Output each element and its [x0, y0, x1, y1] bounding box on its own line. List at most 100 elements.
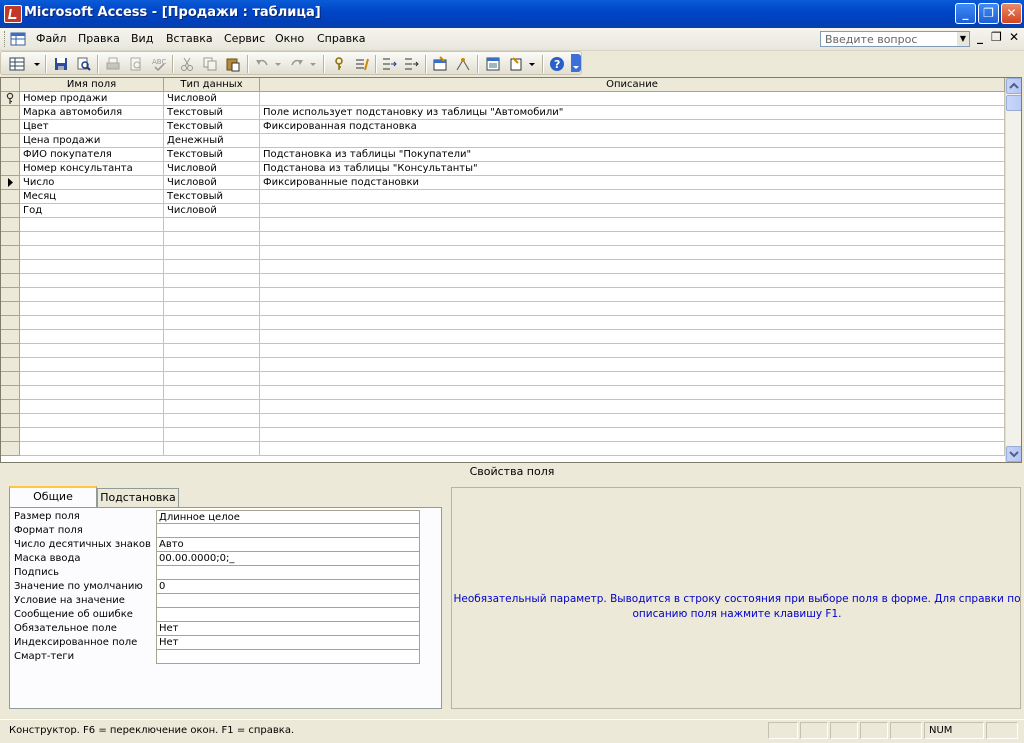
spelling-icon[interactable]: ABC	[151, 56, 167, 72]
description-cell[interactable]	[260, 288, 1005, 302]
description-cell[interactable]	[260, 358, 1005, 372]
row-selector[interactable]	[1, 274, 20, 288]
data-type-cell[interactable]: Числовой	[164, 204, 260, 218]
description-cell[interactable]	[260, 302, 1005, 316]
description-cell[interactable]: Поле использует подстановку из таблицы "…	[260, 106, 1005, 120]
field-name-cell[interactable]: ФИО покупателя	[20, 148, 164, 162]
data-type-cell[interactable]: Текстовый	[164, 106, 260, 120]
menu-tools[interactable]: Сервис	[224, 32, 265, 45]
table-row[interactable]	[1, 330, 1005, 344]
database-window-icon[interactable]	[485, 56, 501, 72]
field-name-cell[interactable]	[20, 344, 164, 358]
property-value[interactable]: Нет	[156, 622, 420, 636]
description-cell[interactable]	[260, 246, 1005, 260]
scroll-up-button[interactable]	[1006, 78, 1021, 94]
table-row[interactable]	[1, 302, 1005, 316]
data-type-cell[interactable]	[164, 288, 260, 302]
row-selector[interactable]	[1, 176, 20, 190]
row-selector[interactable]	[1, 302, 20, 316]
data-type-cell[interactable]	[164, 358, 260, 372]
data-type-cell[interactable]	[164, 302, 260, 316]
field-name-cell[interactable]	[20, 358, 164, 372]
description-cell[interactable]	[260, 316, 1005, 330]
description-cell[interactable]: Подстановка из таблицы "Покупатели"	[260, 148, 1005, 162]
description-cell[interactable]: Подстанова из таблицы "Консультанты"	[260, 162, 1005, 176]
data-type-cell[interactable]	[164, 442, 260, 456]
property-value[interactable]: Нет	[156, 636, 420, 650]
menu-insert[interactable]: Вставка	[166, 32, 213, 45]
table-row[interactable]	[1, 316, 1005, 330]
description-cell[interactable]: Фиксированные подстановки	[260, 176, 1005, 190]
access-app-icon[interactable]	[4, 5, 22, 23]
row-selector[interactable]	[1, 316, 20, 330]
tab-lookup[interactable]: Подстановка	[97, 488, 179, 507]
field-name-cell[interactable]: Месяц	[20, 190, 164, 204]
table-row[interactable]: Год Числовой	[1, 204, 1005, 218]
row-selector[interactable]	[1, 442, 20, 456]
close-button[interactable]: ✕	[1001, 3, 1022, 24]
row-selector[interactable]	[1, 190, 20, 204]
field-name-cell[interactable]	[20, 274, 164, 288]
field-name-cell[interactable]	[20, 400, 164, 414]
table-row[interactable]: Число Числовой Фиксированные подстановки	[1, 176, 1005, 190]
field-name-cell[interactable]: Номер продажи	[20, 92, 164, 106]
menu-file[interactable]: Файл	[36, 32, 66, 45]
row-selector[interactable]	[1, 106, 20, 120]
row-selector[interactable]	[1, 134, 20, 148]
field-name-cell[interactable]: Год	[20, 204, 164, 218]
table-row[interactable]: Номер консультанта Числовой Подстанова из …	[1, 162, 1005, 176]
data-type-cell[interactable]: Денежный	[164, 134, 260, 148]
property-value[interactable]: 0	[156, 580, 420, 594]
property-value[interactable]: Авто	[156, 538, 420, 552]
table-row[interactable]: Марка автомобиля Текстовый Поле использует…	[1, 106, 1005, 120]
restore-button[interactable]: ❐	[978, 3, 999, 24]
table-row[interactable]	[1, 246, 1005, 260]
data-type-cell[interactable]: Числовой	[164, 162, 260, 176]
field-name-cell[interactable]	[20, 316, 164, 330]
row-selector[interactable]	[1, 386, 20, 400]
vertical-scrollbar[interactable]	[1005, 78, 1021, 462]
field-name-cell[interactable]: Номер консультанта	[20, 162, 164, 176]
row-selector[interactable]	[1, 414, 20, 428]
table-row[interactable]	[1, 358, 1005, 372]
description-cell[interactable]	[260, 372, 1005, 386]
property-value[interactable]	[156, 566, 420, 580]
description-cell[interactable]	[260, 134, 1005, 148]
redo-icon[interactable]	[289, 56, 305, 72]
properties-icon[interactable]	[432, 56, 448, 72]
description-cell[interactable]	[260, 344, 1005, 358]
cut-icon[interactable]	[179, 56, 195, 72]
copy-icon[interactable]	[202, 56, 218, 72]
field-name-cell[interactable]	[20, 330, 164, 344]
table-row[interactable]: Месяц Текстовый	[1, 190, 1005, 204]
help-question-box[interactable]: Введите вопрос ▼	[820, 31, 970, 47]
table-row[interactable]	[1, 386, 1005, 400]
table-row[interactable]	[1, 260, 1005, 274]
help-icon[interactable]: ?	[549, 56, 565, 72]
minimize-button[interactable]: _	[955, 3, 976, 24]
field-name-cell[interactable]: Цена продажи	[20, 134, 164, 148]
data-type-cell[interactable]: Текстовый	[164, 190, 260, 204]
table-row[interactable]: Цвет Текстовый Фиксированная подстановка	[1, 120, 1005, 134]
table-row[interactable]	[1, 372, 1005, 386]
table-row[interactable]: Номер продажи Числовой	[1, 92, 1005, 106]
doc-restore-button[interactable]: ❐	[991, 30, 1002, 44]
new-object-icon[interactable]	[508, 56, 524, 72]
row-selector[interactable]	[1, 400, 20, 414]
undo-icon[interactable]	[254, 56, 270, 72]
field-name-cell[interactable]	[20, 218, 164, 232]
menu-edit[interactable]: Правка	[78, 32, 120, 45]
print-preview-icon[interactable]	[128, 56, 144, 72]
new-object-dropdown-icon[interactable]	[528, 56, 536, 72]
row-selector[interactable]	[1, 120, 20, 134]
field-name-cell[interactable]	[20, 288, 164, 302]
table-row[interactable]	[1, 218, 1005, 232]
save-icon[interactable]	[53, 56, 69, 72]
description-cell[interactable]	[260, 204, 1005, 218]
tab-general[interactable]: Общие	[9, 486, 97, 508]
menu-help[interactable]: Справка	[317, 32, 365, 45]
indexes-icon[interactable]	[354, 56, 370, 72]
table-window-icon[interactable]	[10, 31, 26, 47]
row-selector[interactable]	[1, 428, 20, 442]
row-selector[interactable]	[1, 148, 20, 162]
